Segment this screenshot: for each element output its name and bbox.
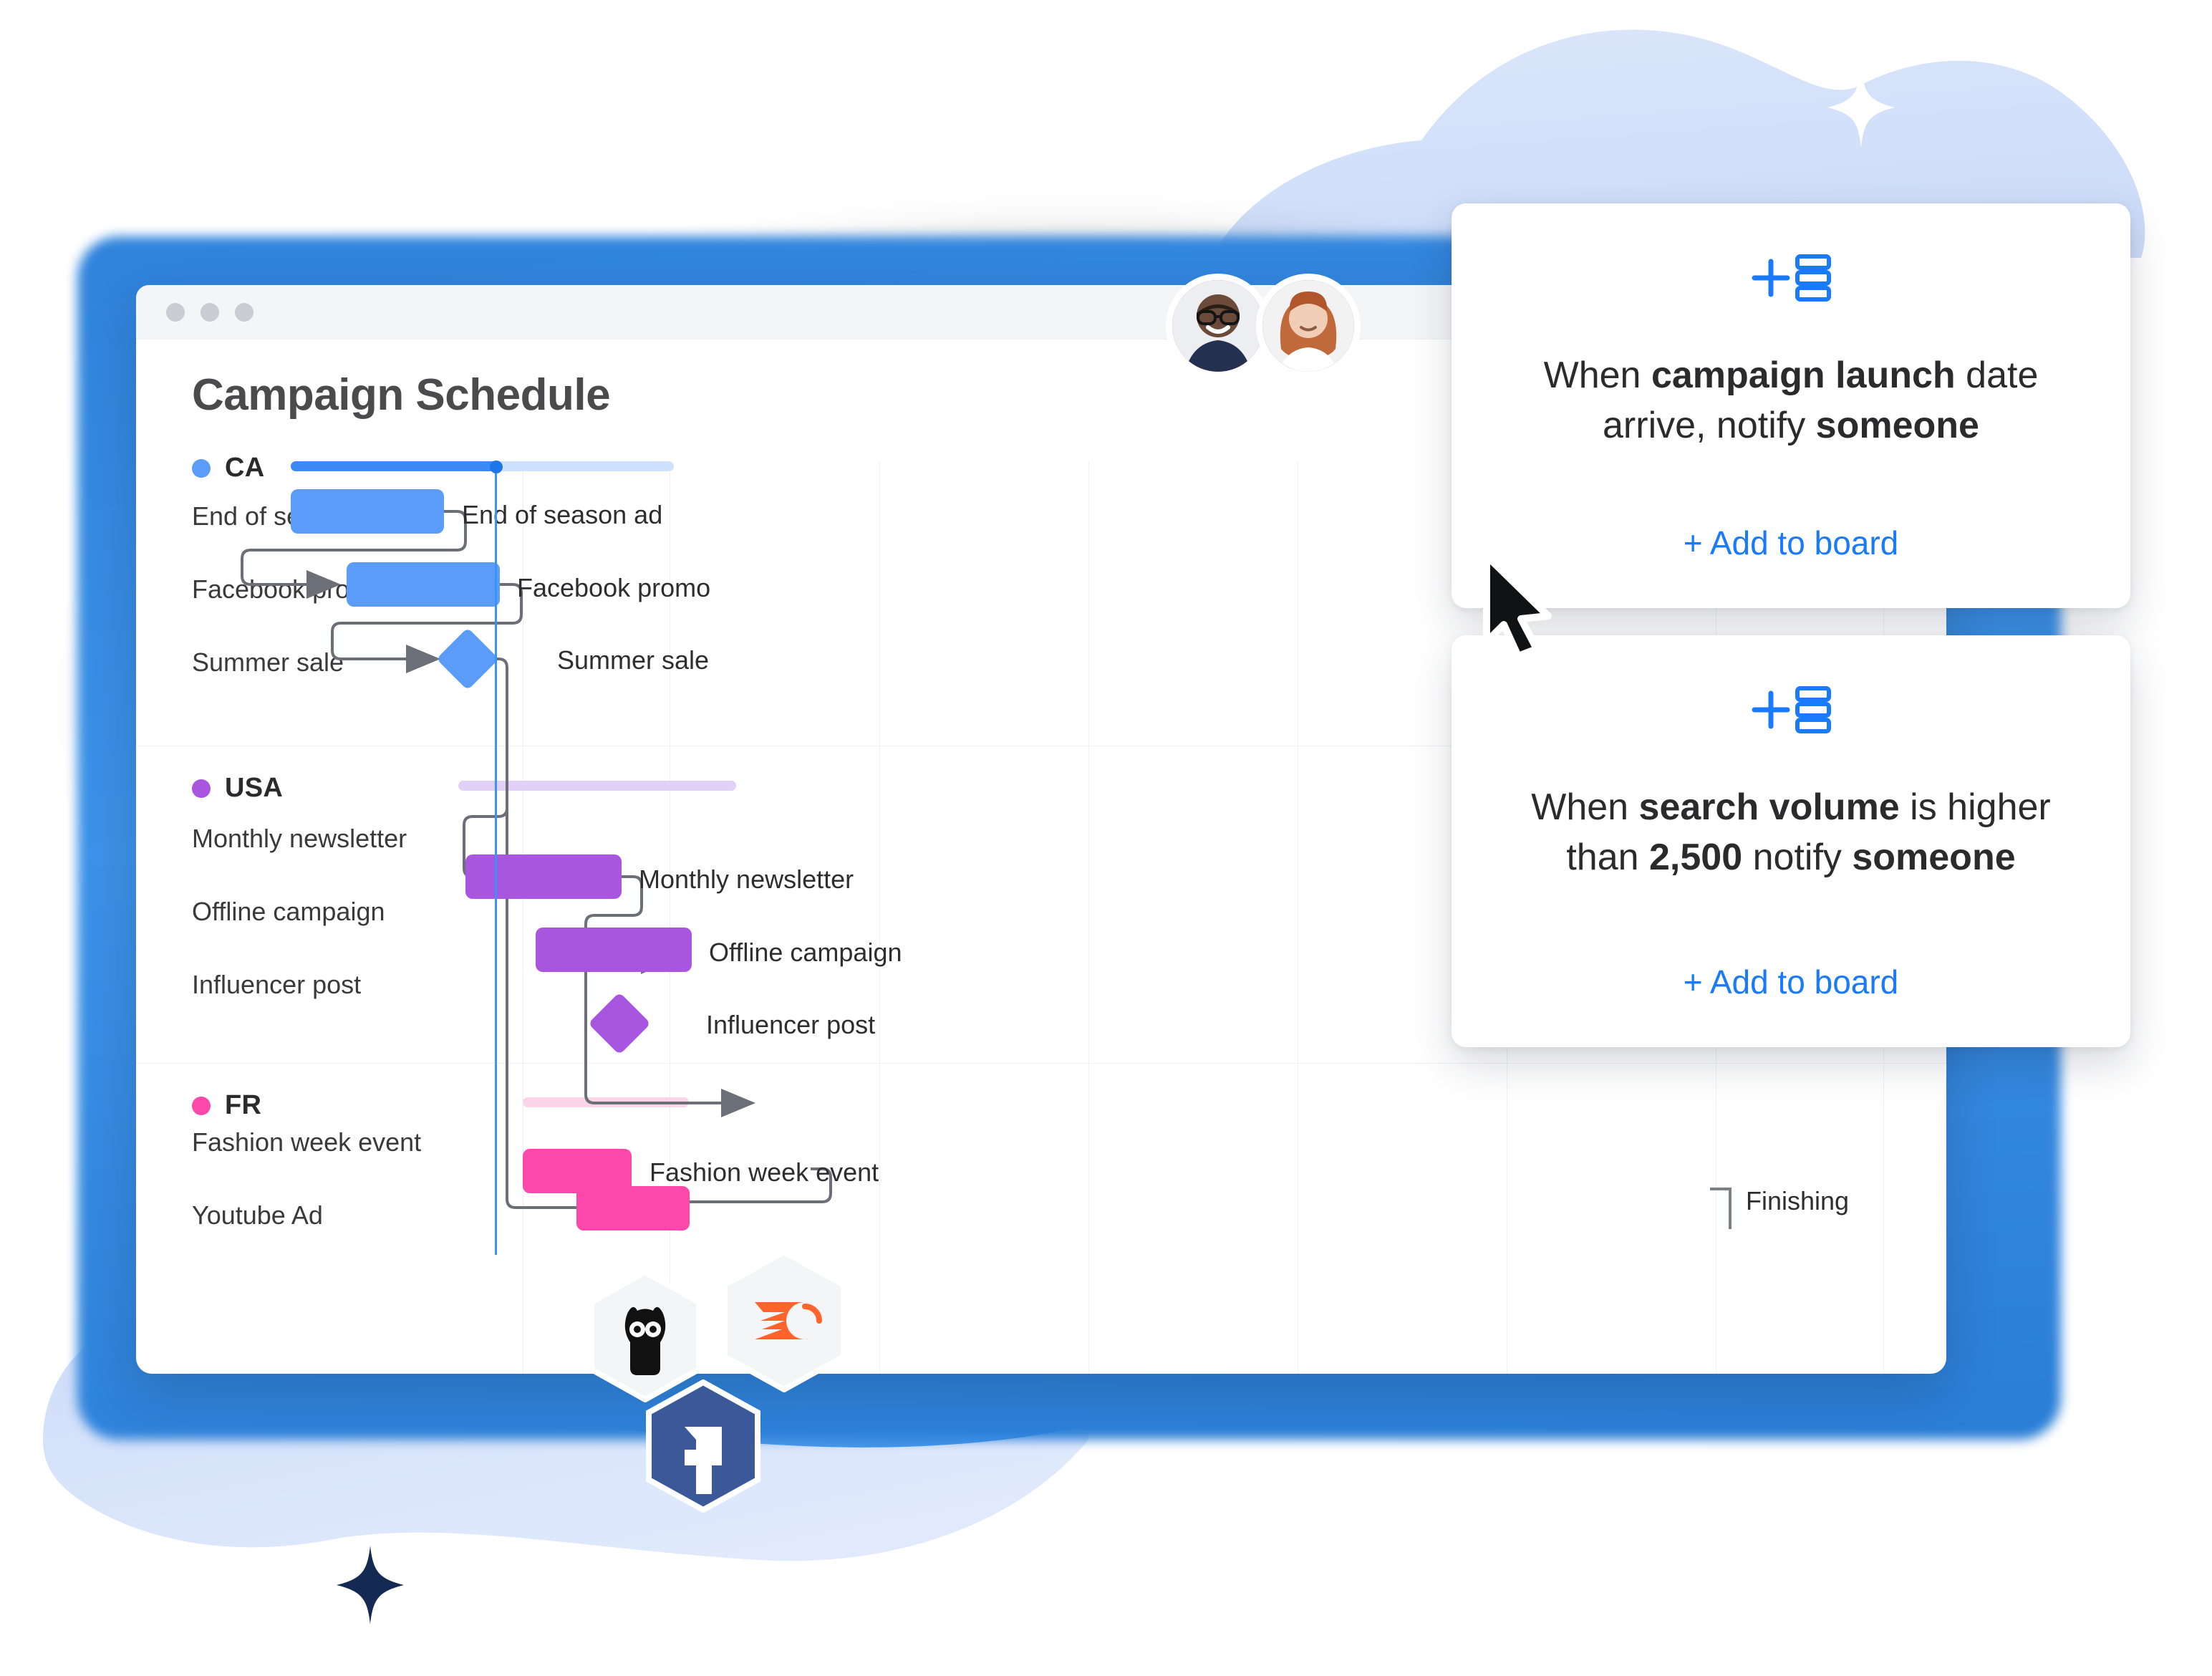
integration-badges (0, 0, 2212, 1676)
promo-illustration: Campaign Schedule CA End of Facebook pro… (0, 0, 2212, 1676)
facebook-icon[interactable] (642, 1379, 765, 1516)
mouse-cursor-icon (1477, 550, 1567, 660)
semrush-icon[interactable] (718, 1248, 851, 1396)
